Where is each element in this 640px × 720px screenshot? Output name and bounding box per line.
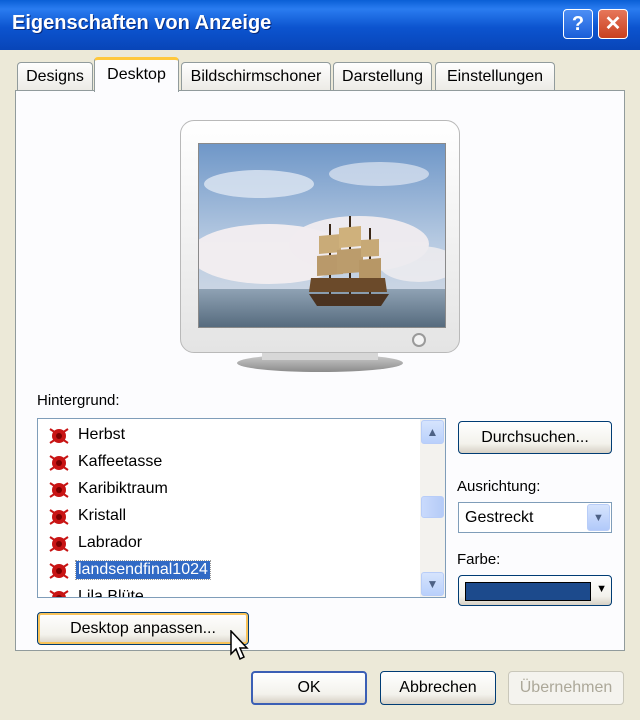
title-bar[interactable]: Eigenschaften von Anzeige ? ✕ (0, 0, 640, 50)
tab-settings[interactable]: Einstellungen (435, 62, 555, 90)
monitor-preview (180, 120, 460, 353)
wallpaper-preview (198, 143, 446, 328)
list-item[interactable]: Labrador (46, 531, 421, 556)
wallpaper-file-icon (49, 536, 69, 552)
wallpaper-file-icon (49, 563, 69, 579)
list-item[interactable]: Herbst (46, 423, 421, 448)
wallpaper-file-icon (49, 428, 69, 444)
list-item[interactable]: Kristall (46, 504, 421, 529)
ok-button[interactable]: OK (251, 671, 367, 705)
wallpaper-file-icon (49, 509, 69, 525)
color-swatch (465, 582, 591, 601)
wallpaper-file-icon (49, 590, 69, 597)
window-title: Eigenschaften von Anzeige (12, 12, 272, 34)
position-dropdown[interactable]: Gestreckt ▼ (458, 502, 612, 533)
dropdown-arrow-icon: ▼ (596, 583, 607, 595)
background-list[interactable]: Herbst Kaffeetasse Karibiktraum Kristall… (37, 418, 446, 598)
monitor-neck (262, 352, 378, 360)
scroll-up-icon[interactable]: ▲ (421, 420, 444, 444)
list-item-selected[interactable]: landsendfinal1024 (46, 558, 421, 583)
list-scrollbar[interactable]: ▲ ▼ (420, 419, 445, 597)
power-button-icon (412, 333, 426, 347)
chevron-down-icon[interactable]: ▼ (587, 504, 610, 531)
tab-desktop[interactable]: Desktop (94, 57, 179, 92)
cancel-button[interactable]: Abbrechen (380, 671, 496, 705)
customize-desktop-button[interactable]: Desktop anpassen... (37, 612, 249, 645)
wallpaper-file-icon (49, 455, 69, 471)
position-value: Gestreckt (465, 509, 534, 526)
background-label: Hintergrund: (37, 392, 120, 409)
mouse-cursor-icon (230, 630, 249, 661)
list-item-label: Herbst (78, 426, 126, 443)
list-item-label: Kaffeetasse (78, 453, 163, 470)
list-item-label: landsendfinal1024 (75, 560, 211, 580)
sailing-ship-image (199, 144, 445, 327)
apply-button[interactable]: Übernehmen (508, 671, 624, 705)
scroll-thumb[interactable] (421, 496, 444, 518)
list-item[interactable]: Kaffeetasse (46, 450, 421, 475)
color-picker-button[interactable]: ▼ (458, 575, 612, 606)
scroll-down-icon[interactable]: ▼ (421, 572, 444, 596)
list-item-label: Lila Blüte (78, 588, 144, 598)
tab-screensaver[interactable]: Bildschirmschoner (181, 62, 331, 90)
browse-button[interactable]: Durchsuchen... (458, 421, 612, 454)
list-item-label: Labrador (78, 534, 143, 551)
wallpaper-file-icon (49, 482, 69, 498)
tab-designs[interactable]: Designs (17, 62, 93, 90)
color-label: Farbe: (457, 551, 501, 568)
close-button[interactable]: ✕ (598, 9, 628, 39)
list-item[interactable]: Karibiktraum (46, 477, 421, 502)
list-item-label: Karibiktraum (78, 480, 168, 497)
position-label: Ausrichtung: (457, 478, 541, 495)
tab-appearance[interactable]: Darstellung (333, 62, 432, 90)
list-item-label: Kristall (78, 507, 127, 524)
list-item[interactable]: Lila Blüte (46, 585, 421, 598)
help-button[interactable]: ? (563, 9, 593, 39)
